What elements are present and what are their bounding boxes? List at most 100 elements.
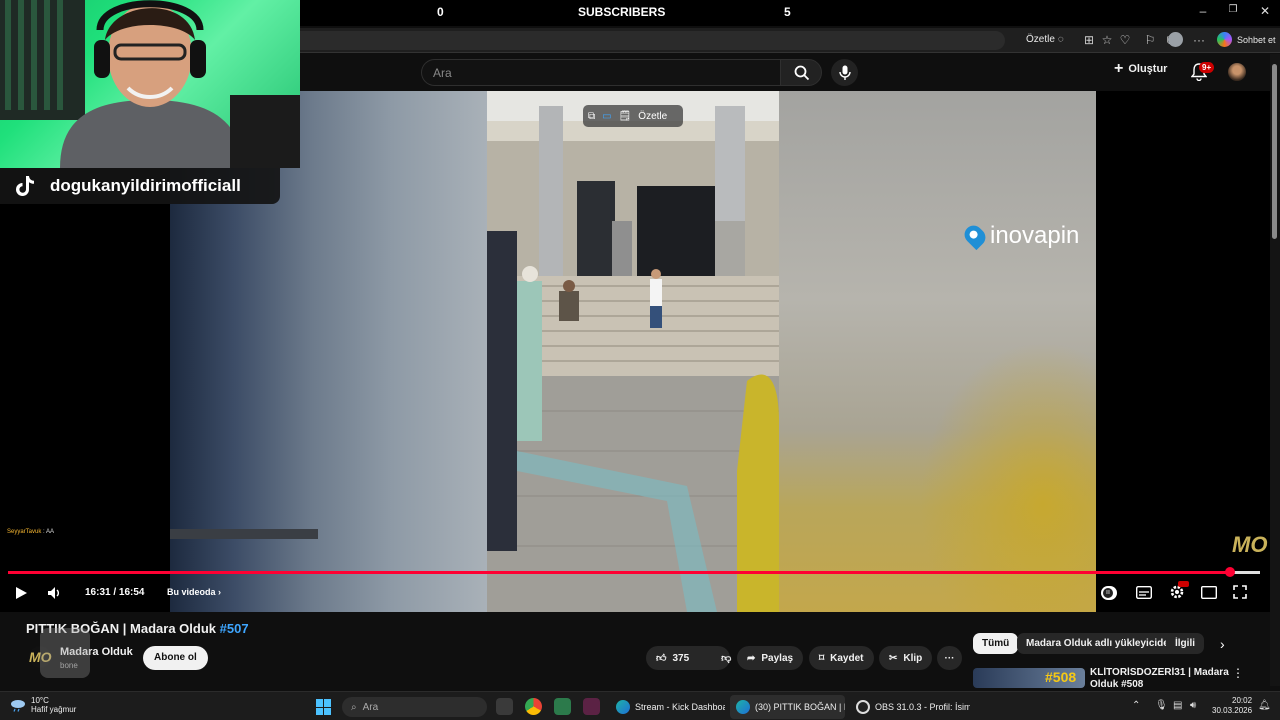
media-app-icon[interactable]: [583, 698, 600, 715]
filter-chip-uploader[interactable]: Madara Olduk adlı yükleyiciden: [1017, 633, 1184, 654]
edge-icon: [616, 700, 630, 714]
like-count: 375: [672, 652, 690, 664]
taskbar-task-obs-label: OBS 31.0.3 - Profil: İsims: [875, 702, 970, 712]
taskbar-task-youtube[interactable]: (30) PITTIK BOĞAN | Ma: [730, 695, 845, 719]
tiktok-handle: dogukanyildirimofficiall: [50, 176, 241, 195]
subscribers-label: SUBSCRIBERS: [578, 5, 666, 19]
tray-mic-icon[interactable]: 🎙︎: [1155, 700, 1168, 711]
chapter-button[interactable]: Bu videoda ›: [167, 587, 221, 597]
maximize-button[interactable]: ❐: [1218, 4, 1248, 15]
hd-badge: [1178, 581, 1189, 587]
collections-icon[interactable]: ⚐: [1143, 33, 1157, 47]
save-button[interactable]: ⌑ Kaydet: [809, 646, 874, 670]
taskbar-task-youtube-label: (30) PITTIK BOĞAN | Ma: [755, 702, 845, 712]
summarize-label: Özetle: [1026, 34, 1055, 45]
search-button[interactable]: [780, 59, 822, 86]
notification-badge: 9+: [1199, 62, 1215, 73]
video-progress-bar[interactable]: [8, 567, 1260, 577]
taskbar-task-kick[interactable]: Stream - Kick Dashboard: [610, 695, 725, 719]
subscribe-button[interactable]: Abone ol: [143, 646, 208, 670]
filter-chip-related[interactable]: İlgili: [1166, 633, 1204, 654]
taskbar-search[interactable]: ⌕ Ara: [342, 697, 487, 717]
scrollbar-thumb[interactable]: [1272, 64, 1277, 239]
overlay-bucket-graphic: [40, 628, 90, 678]
create-button[interactable]: + Oluştur: [1114, 60, 1168, 77]
video-title-hashtag[interactable]: #507: [220, 621, 249, 636]
location-pin-icon: [960, 221, 990, 251]
scissors-icon: ✂: [889, 652, 898, 664]
share-icon: ➦: [747, 652, 756, 664]
bookmark-icon: ⌑: [819, 652, 825, 664]
streamer-webcam: [0, 0, 300, 168]
chips-next-arrow-icon[interactable]: ›: [1220, 636, 1225, 652]
browser-toolbar: Özetle ◌ ⊞ ☆ ♡ ⚐ ⧉ ··· Sohbet et: [300, 28, 1280, 53]
create-label: Oluştur: [1128, 63, 1168, 75]
next-video-title[interactable]: KLİTORİSDOZERİ31 | Madara Olduk #508: [1090, 667, 1230, 687]
weather-widget[interactable]: 10°C Hafif yağmur: [10, 696, 76, 714]
search-box[interactable]: Ara: [421, 59, 780, 86]
next-video-menu-icon[interactable]: ⋮: [1232, 666, 1244, 680]
subs-right-count: 5: [784, 5, 791, 19]
search-icon: [794, 65, 810, 81]
tiktok-handle-bar: dogukanyildirimofficiall: [0, 168, 280, 204]
file-app-icon[interactable]: [554, 698, 571, 715]
summarize-button[interactable]: Özetle ◌: [1026, 34, 1064, 45]
next-video-thumbnail[interactable]: #508: [973, 668, 1085, 688]
voice-search-button[interactable]: [831, 59, 858, 86]
plus-icon: +: [1114, 60, 1124, 77]
close-button[interactable]: ✕: [1250, 4, 1280, 18]
task-view-icon[interactable]: [496, 698, 513, 715]
filter-chip-all[interactable]: Tümü: [973, 633, 1019, 654]
play-icon[interactable]: [14, 586, 28, 600]
thumbs-up-icon: 👍︎: [656, 653, 667, 664]
chat-text: AA: [46, 529, 55, 535]
subtitles-icon[interactable]: [1136, 586, 1152, 599]
popout-icon[interactable]: ⧉: [588, 111, 595, 122]
clip-button[interactable]: ✂ Klip: [879, 646, 933, 670]
more-actions-button[interactable]: ···: [937, 646, 962, 670]
copilot-chat-label: Sohbet et: [1237, 34, 1276, 45]
minimize-button[interactable]: –: [1188, 4, 1218, 18]
tray-chevron-icon[interactable]: ⌃: [1132, 700, 1140, 711]
autoplay-toggle[interactable]: ıı: [1101, 586, 1117, 600]
progress-scrubber[interactable]: [1224, 567, 1235, 577]
favorite-star-icon[interactable]: ☆: [1100, 33, 1114, 47]
time-display: 16:31 / 16:54: [85, 587, 145, 598]
page-scrollbar[interactable]: [1270, 54, 1280, 686]
extensions-icon[interactable]: ⊞: [1082, 33, 1096, 47]
thumbs-down-icon: 👎︎: [721, 653, 732, 664]
copilot-chat-button[interactable]: Sohbet et: [1217, 32, 1276, 47]
webcam-figure: [0, 0, 300, 168]
next-video-badge: #508: [1045, 669, 1077, 685]
overlay-summarize-label[interactable]: Özetle: [638, 111, 667, 122]
fullscreen-icon[interactable]: [1233, 585, 1247, 599]
volume-icon[interactable]: [47, 586, 63, 600]
tray-network-icon[interactable]: ▤: [1173, 700, 1182, 711]
taskbar-task-kick-label: Stream - Kick Dashboard: [635, 702, 725, 712]
taskbar-search-icon: ⌕: [351, 701, 357, 713]
share-button[interactable]: ➦ Paylaş: [737, 646, 804, 670]
taskbar-clock[interactable]: 20:02 30.03.2026: [1212, 696, 1252, 716]
video-overlay-toolbar[interactable]: ⧉ ▭ 🗒 Özetle: [583, 105, 683, 127]
video-blur-right: [779, 91, 1096, 612]
account-avatar[interactable]: [1228, 63, 1246, 81]
taskbar-task-obs[interactable]: OBS 31.0.3 - Profil: İsims: [850, 695, 970, 719]
weather-temp: 10°C: [31, 696, 49, 705]
save-label: Kaydet: [830, 652, 864, 664]
profile-avatar-icon[interactable]: [1168, 32, 1183, 47]
browser-essentials-icon[interactable]: ♡: [1118, 33, 1132, 47]
tiktok-icon: [16, 176, 34, 196]
address-bar[interactable]: [300, 31, 1005, 50]
miniplayer-icon[interactable]: ▭: [602, 111, 611, 122]
notification-center-icon[interactable]: 🔔︎: [1258, 700, 1271, 711]
share-label: Paylaş: [761, 652, 794, 664]
progress-played: [8, 571, 1230, 574]
windows-taskbar: 10°C Hafif yağmur ⌕ Ara Stream - Kick Das…: [0, 691, 1280, 720]
theater-mode-icon[interactable]: [1201, 586, 1217, 599]
search-input[interactable]: Ara: [433, 66, 452, 80]
windows-start-icon[interactable]: [316, 699, 332, 715]
chrome-icon[interactable]: [525, 698, 542, 715]
like-button[interactable]: 👍︎ 375: [646, 646, 699, 670]
more-menu-icon[interactable]: ···: [1192, 33, 1206, 47]
tray-volume-icon[interactable]: 🔊︎: [1190, 700, 1196, 711]
